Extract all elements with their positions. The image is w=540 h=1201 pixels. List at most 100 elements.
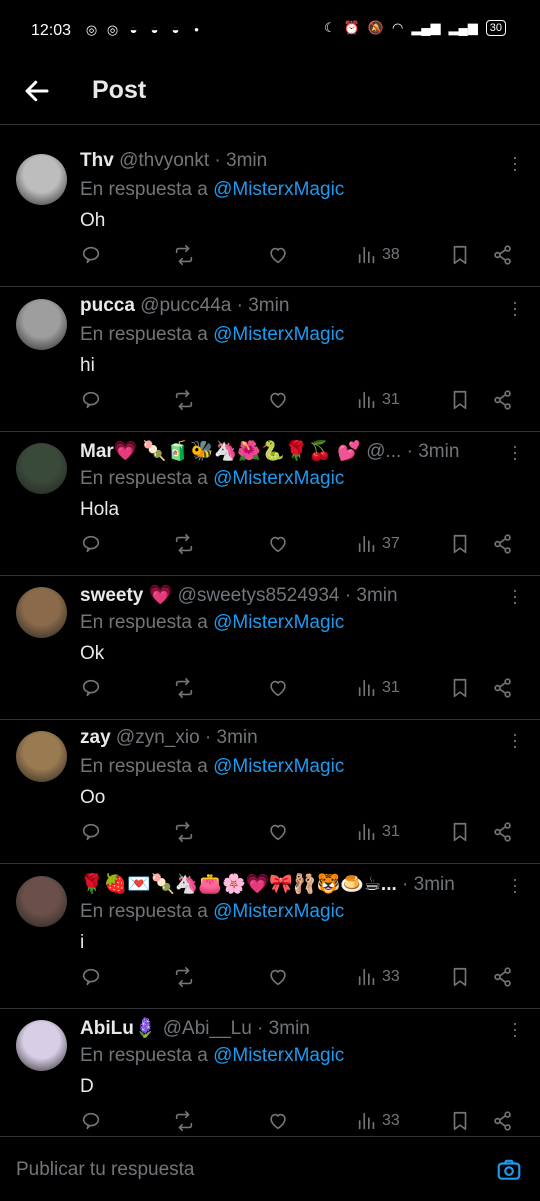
views-count: 37 [382, 535, 400, 552]
avatar[interactable] [16, 876, 67, 927]
bookmark-button[interactable] [449, 966, 471, 988]
share-icon [494, 678, 511, 698]
mention-link[interactable]: @MisterxMagic [213, 179, 344, 200]
back-button[interactable] [22, 76, 52, 106]
avatar[interactable] [16, 731, 67, 782]
reply-button[interactable] [80, 966, 102, 988]
user-handle[interactable]: @zyn_xio [116, 727, 200, 748]
views-button[interactable]: 37 [356, 533, 400, 555]
bookmark-button[interactable] [449, 244, 471, 266]
post-time: · 3min [402, 874, 455, 895]
reply-composer[interactable]: Publicar tu respuesta [0, 1136, 540, 1201]
like-button[interactable] [267, 389, 289, 411]
reply-post[interactable]: pucca @pucc44a · 3min · · · En respuesta a @… [0, 287, 540, 432]
views-button[interactable]: 31 [356, 389, 400, 411]
display-name[interactable]: AbiLu🪻 [80, 1018, 157, 1039]
reply-button[interactable] [80, 677, 102, 699]
alarm-icon: ⏰ [343, 20, 360, 35]
mention-link[interactable]: @MisterxMagic [213, 324, 344, 345]
more-options-button[interactable]: · · · [512, 293, 518, 323]
bookmark-button[interactable] [449, 1110, 471, 1132]
reply-input[interactable]: Publicar tu respuesta [16, 1159, 195, 1181]
views-button[interactable]: 33 [356, 966, 400, 988]
bookmark-button[interactable] [449, 821, 471, 843]
bookmark-button[interactable] [449, 389, 471, 411]
retweet-button[interactable] [173, 966, 195, 988]
reply-button[interactable] [80, 821, 102, 843]
views-button[interactable]: 31 [356, 677, 400, 699]
heart-icon [270, 536, 286, 553]
user-handle[interactable]: @thvyonkt [119, 150, 209, 171]
share-button[interactable] [492, 677, 514, 699]
retweet-button[interactable] [173, 389, 195, 411]
more-options-button[interactable]: · · · [512, 148, 518, 178]
share-button[interactable] [492, 389, 514, 411]
views-chart-icon [358, 246, 375, 264]
share-button[interactable] [492, 821, 514, 843]
like-button[interactable] [267, 533, 289, 555]
camera-icon[interactable] [496, 1157, 522, 1183]
display-name[interactable]: 🌹🍓💌🍡🦄👛🌸💗🎀🩰🐯🍮☕... [80, 874, 397, 895]
mention-link[interactable]: @MisterxMagic [213, 901, 344, 922]
bookmark-button[interactable] [449, 533, 471, 555]
retweet-button[interactable] [173, 677, 195, 699]
reply-icon [82, 1112, 100, 1130]
avatar[interactable] [16, 299, 67, 350]
retweet-icon [175, 534, 193, 554]
retweet-icon [175, 967, 193, 987]
reply-post[interactable]: Mar💗 🍡🧃🐝🦄🌺🐍🌹🍒 💕 @... · 3min · · · En respues… [0, 431, 540, 576]
retweet-button[interactable] [173, 244, 195, 266]
reply-button[interactable] [80, 1110, 102, 1132]
mention-link[interactable]: @MisterxMagic [213, 612, 344, 633]
share-icon [494, 245, 511, 265]
retweet-button[interactable] [173, 1110, 195, 1132]
more-options-button[interactable]: · · · [512, 581, 518, 611]
user-handle[interactable]: @Abi__Lu [163, 1018, 252, 1039]
reply-button[interactable] [80, 244, 102, 266]
avatar[interactable] [16, 1020, 67, 1071]
mention-link[interactable]: @MisterxMagic [213, 1045, 344, 1066]
like-button[interactable] [267, 244, 289, 266]
like-button[interactable] [267, 1110, 289, 1132]
user-handle[interactable]: @... [366, 441, 401, 462]
mention-link[interactable]: @MisterxMagic [213, 756, 344, 777]
avatar[interactable] [16, 587, 67, 638]
display-name[interactable]: sweety 💗 [80, 585, 172, 606]
post-time: · 3min [204, 727, 258, 748]
reply-button[interactable] [80, 389, 102, 411]
mention-link[interactable]: @MisterxMagic [213, 468, 344, 489]
post-actions: 33 [80, 966, 520, 992]
avatar[interactable] [16, 443, 67, 494]
display-name[interactable]: Thv [80, 150, 114, 171]
share-button[interactable] [492, 966, 514, 988]
share-button[interactable] [492, 244, 514, 266]
like-button[interactable] [267, 821, 289, 843]
like-button[interactable] [267, 966, 289, 988]
avatar[interactable] [16, 154, 67, 205]
more-options-button[interactable]: · · · [512, 437, 518, 467]
reply-post[interactable]: 🌹🍓💌🍡🦄👛🌸💗🎀🩰🐯🍮☕... · 3min · · · En respuesta a… [0, 864, 540, 1009]
display-name[interactable]: zay [80, 727, 111, 748]
share-button[interactable] [492, 1110, 514, 1132]
user-handle[interactable]: @sweetys8524934 [178, 585, 340, 606]
display-name[interactable]: pucca [80, 295, 135, 316]
user-handle[interactable]: @pucc44a [140, 295, 231, 316]
more-options-button[interactable]: · · · [512, 870, 518, 900]
more-options-button[interactable]: · · · [512, 1014, 518, 1044]
like-button[interactable] [267, 677, 289, 699]
views-button[interactable]: 38 [356, 244, 400, 266]
post-header: 🌹🍓💌🍡🦄👛🌸💗🎀🩰🐯🍮☕... · 3min [80, 872, 500, 896]
reply-post[interactable]: sweety 💗 @sweetys8524934 · 3min · · · En res… [0, 575, 540, 720]
views-button[interactable]: 33 [356, 1110, 400, 1132]
retweet-button[interactable] [173, 821, 195, 843]
reply-post[interactable]: Thv @thvyonkt · 3min · · · En respuesta a @M… [0, 142, 540, 287]
reply-post[interactable]: zay @zyn_xio · 3min · · · En respuesta a @Mi… [0, 719, 540, 864]
more-options-button[interactable]: · · · [512, 725, 518, 755]
display-name[interactable]: Mar💗 🍡🧃🐝🦄🌺🐍🌹🍒 💕 [80, 441, 361, 462]
share-button[interactable] [492, 533, 514, 555]
bookmark-button[interactable] [449, 677, 471, 699]
views-button[interactable]: 31 [356, 821, 400, 843]
reply-button[interactable] [80, 533, 102, 555]
retweet-button[interactable] [173, 533, 195, 555]
reply-post[interactable]: AbiLu🪻 @Abi__Lu · 3min · · · En respuesta a … [0, 1008, 540, 1153]
